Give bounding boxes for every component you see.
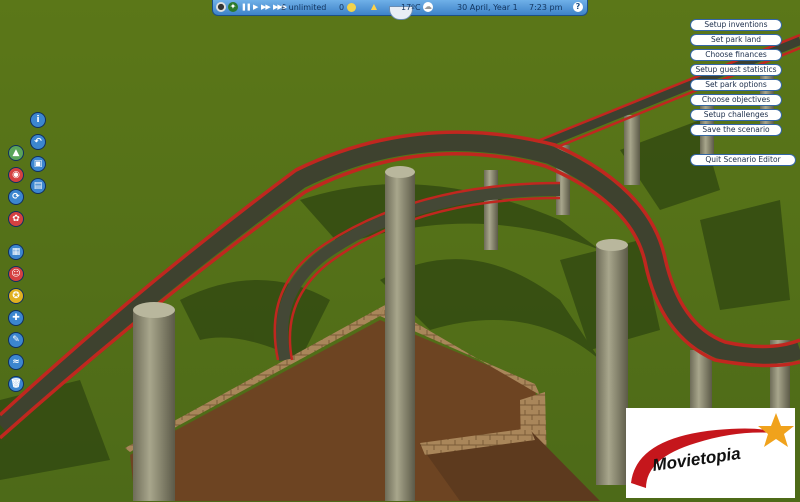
setup-guest-statistics-button[interactable]: Setup guest statistics [690,64,782,76]
status-bar: ● ✦ ❚❚ ▶ ▶▶ ▶▶▶ £ unlimited 0 ▲ 17ºC ☁ 3… [212,0,588,20]
alert-icon[interactable]: ▲ [369,2,379,12]
setup-challenges-button[interactable]: Setup challenges [690,109,782,121]
info-icon[interactable]: i [30,112,46,128]
weather-icon: ☁ [423,2,433,12]
scenery-icon[interactable]: ✿ [8,211,24,227]
paths-icon[interactable]: ✚ [8,310,24,326]
undo-icon[interactable]: ↶ [30,134,46,150]
play-button[interactable]: ▶ [253,3,258,11]
research-icon[interactable]: ✦ [228,2,238,12]
save-scenario-button[interactable]: Save the scenario [690,124,782,136]
money-display[interactable]: £ unlimited [281,2,326,13]
choose-objectives-button[interactable]: Choose objectives [690,94,782,106]
time-display: 7:23 pm [529,3,563,12]
set-park-options-button[interactable]: Set park options [690,79,782,91]
terrain-icon[interactable]: ▲ [8,145,24,161]
temperature: 17ºC [401,3,421,12]
open-icon[interactable]: ▤ [30,178,46,194]
rotate-icon[interactable]: ⟳ [8,189,24,205]
water-icon[interactable]: ≈ [8,354,24,370]
ride-icon[interactable]: ● [216,2,226,12]
date-display: 30 April, Year 1 [457,3,518,12]
scenery-tools-icon[interactable]: ✎ [8,332,24,348]
park-icon[interactable]: ▦ [8,244,24,260]
choose-finances-button[interactable]: Choose finances [690,49,782,61]
trash-icon[interactable]: 🗑 [8,376,24,392]
set-park-land-button[interactable]: Set park land [690,34,782,46]
fast-button[interactable]: ▶▶ [261,3,271,11]
rides-icon[interactable]: ✪ [8,288,24,304]
guest-count[interactable]: 0 [339,2,344,13]
help-icon[interactable]: ? [573,2,583,12]
save-icon[interactable]: ▣ [30,156,46,172]
quit-scenario-editor-button[interactable]: Quit Scenario Editor [690,154,796,166]
guests-icon[interactable]: ☺ [8,266,24,282]
camera-icon[interactable]: ◉ [8,167,24,183]
pause-button[interactable]: ❚❚ [241,3,252,11]
park-rating-icon[interactable] [347,3,356,12]
setup-inventions-button[interactable]: Setup inventions [690,19,782,31]
